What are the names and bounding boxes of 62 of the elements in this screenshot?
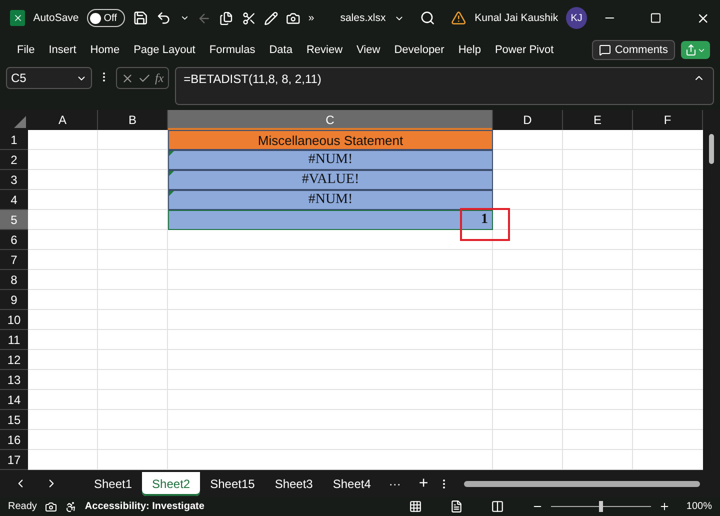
sheet-tab[interactable]: Sheet2 — [142, 472, 200, 496]
ribbon-tab[interactable]: Developer — [387, 44, 452, 56]
more-sheets-button[interactable]: ··· — [380, 476, 409, 490]
zoom-in-icon[interactable] — [659, 501, 670, 512]
camera-icon — [44, 500, 57, 512]
comments-button[interactable]: Comments — [592, 40, 675, 60]
save-icon[interactable] — [133, 10, 148, 26]
zoom-level: 100% — [686, 501, 712, 512]
more-button[interactable]: » — [308, 12, 314, 24]
accessibility-status[interactable]: Accessibility: Investigate — [84, 501, 204, 512]
horizontal-scrollbar[interactable] — [464, 480, 700, 486]
autosave-toggle[interactable]: Off — [86, 9, 126, 27]
status-text: Ready — [8, 501, 37, 512]
maximize-icon[interactable] — [650, 12, 662, 24]
ribbon-tab[interactable]: Page Layout — [126, 44, 202, 56]
sheet-tab[interactable]: Sheet3 — [264, 472, 323, 496]
comment-icon — [598, 44, 611, 56]
pencil-icon[interactable] — [264, 10, 278, 26]
check-icon[interactable] — [138, 72, 151, 84]
share-icon — [685, 44, 697, 56]
undo-icon[interactable] — [156, 10, 172, 26]
excel-logo-icon — [10, 10, 26, 26]
cancel-icon[interactable] — [121, 72, 134, 84]
warning-icon — [451, 10, 467, 26]
ribbon-tab[interactable]: View — [350, 44, 388, 56]
normal-view-icon[interactable] — [409, 500, 422, 513]
ribbon-tab[interactable]: Data — [262, 44, 300, 56]
search-icon[interactable] — [420, 10, 436, 26]
ribbon-tab[interactable]: Help — [451, 44, 488, 56]
page-layout-icon[interactable] — [450, 500, 464, 513]
name-box[interactable]: C5 — [6, 67, 92, 89]
sheet-tab[interactable]: Sheet15 — [200, 472, 265, 496]
ribbon-tab[interactable]: Home — [83, 44, 127, 56]
file-name[interactable]: sales.xlsx — [340, 12, 386, 24]
add-sheet-button[interactable]: + — [408, 474, 438, 492]
cut-icon[interactable] — [242, 10, 256, 26]
accessibility-icon — [64, 500, 77, 512]
redo-icon[interactable] — [197, 10, 212, 26]
user-avatar[interactable]: KJ — [566, 7, 588, 29]
autosave-label: AutoSave — [33, 12, 79, 24]
ribbon-tab[interactable]: Formulas — [202, 44, 262, 56]
table-cell[interactable]: #VALUE! — [168, 170, 493, 190]
copy-icon[interactable] — [219, 10, 234, 26]
formula-field[interactable]: =BETADIST(11,8, 8, 2,11) — [174, 67, 714, 105]
header-cell[interactable]: Miscellaneous Statement — [168, 130, 493, 150]
table-cell[interactable]: #NUM! — [168, 150, 493, 170]
page-break-icon[interactable] — [491, 500, 504, 513]
ribbon-tab[interactable]: Insert — [42, 44, 84, 56]
ribbon-tab[interactable]: File — [10, 44, 42, 56]
zoom-thumb[interactable] — [599, 501, 604, 512]
ribbon-tab[interactable]: Power Pivot — [488, 44, 561, 56]
insert-function-button[interactable]: fx — [155, 70, 164, 86]
table-cell[interactable]: #NUM! — [168, 190, 493, 210]
camera-icon[interactable] — [286, 10, 300, 26]
column-header[interactable]: C — [168, 110, 493, 130]
user-name: Kunal Jai Kaushik — [474, 12, 558, 24]
table-cell[interactable]: 1 — [168, 210, 493, 230]
share-button[interactable] — [681, 41, 710, 59]
sheet-tab[interactable]: Sheet4 — [322, 472, 381, 496]
sheet-tab[interactable]: Sheet1 — [84, 472, 142, 496]
ribbon-tab[interactable]: Review — [299, 44, 350, 56]
row-header[interactable]: 5 — [0, 210, 28, 230]
